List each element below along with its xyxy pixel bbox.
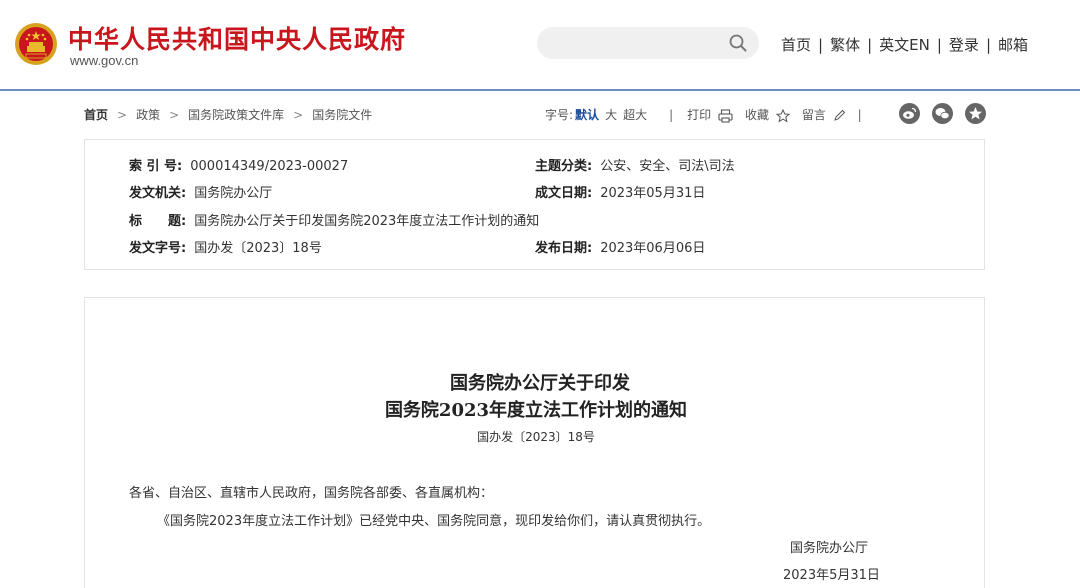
- printer-icon: [718, 108, 733, 123]
- font-size-label: 字号:: [545, 108, 574, 122]
- nav-separator: |: [867, 36, 873, 54]
- print-button[interactable]: 打印: [687, 106, 733, 123]
- article-title-line-1: 国务院办公厅关于印发: [450, 373, 630, 394]
- article-salutation: 各省、自治区、直辖市人民政府，国务院各部委、各直属机构：: [129, 486, 494, 501]
- meta-docno-label: 发文字号:: [129, 241, 187, 256]
- meta-title: 标 题: 国务院办公厅关于印发国务院2023年度立法工作计划的通知: [129, 210, 539, 229]
- favorite-label: 收藏: [744, 108, 769, 122]
- star-icon: [775, 108, 790, 122]
- site-header: 中华人民共和国中央人民政府 www.gov.cn 首页 | 繁体 | 英文EN | 登录 | 邮…: [0, 0, 1080, 91]
- nav-separator: |: [936, 36, 942, 54]
- meta-category-value: 公安、安全、司法\司法: [600, 159, 735, 174]
- article-date: 2023年5月31日: [783, 568, 880, 583]
- meta-docno-value: 国办发〔2023〕18号: [194, 241, 322, 256]
- toolbar-divider: |: [857, 107, 862, 122]
- meta-title-value: 国务院办公厅关于印发国务院2023年度立法工作计划的通知: [194, 214, 540, 229]
- print-label: 打印: [687, 108, 712, 122]
- comment-button[interactable]: 留言: [802, 106, 846, 123]
- breadcrumb-home[interactable]: 首页: [84, 108, 108, 122]
- meta-index: 索 引 号: 000014349/2023-00027: [129, 155, 348, 174]
- qzone-share-icon[interactable]: [965, 103, 986, 124]
- font-size-xlarge[interactable]: 超大: [623, 106, 647, 123]
- meta-index-label: 索 引 号:: [129, 159, 183, 174]
- article-signer: 国务院办公厅: [790, 541, 869, 556]
- meta-category-label: 主题分类:: [535, 159, 593, 174]
- meta-doc-number: 发文字号: 国办发〔2023〕18号: [129, 237, 322, 256]
- chevron-right-icon: >: [117, 108, 128, 122]
- favorite-button[interactable]: 收藏: [745, 106, 790, 123]
- meta-written-date: 成文日期: 2023年05月31日: [535, 182, 705, 201]
- breadcrumb-policy-library[interactable]: 国务院政策文件库: [188, 108, 284, 122]
- pencil-icon: [833, 109, 845, 121]
- toolbar-divider: |: [669, 107, 674, 122]
- meta-category: 主题分类: 公安、安全、司法\司法: [535, 155, 735, 174]
- nav-separator: |: [985, 36, 991, 54]
- nav-separator: |: [818, 36, 824, 54]
- chevron-right-icon: >: [169, 108, 180, 122]
- breadcrumb-state-council-docs[interactable]: 国务院文件: [312, 108, 372, 122]
- meta-written-value: 2023年05月31日: [600, 186, 706, 201]
- article-toolbar: 字号: 默认 大 超大 | 打印 收藏 留言 |: [545, 106, 862, 123]
- nav-home-link[interactable]: 首页: [781, 36, 811, 54]
- nav-traditional-link[interactable]: 繁体: [830, 36, 860, 54]
- search-input[interactable]: [537, 27, 759, 59]
- meta-issuer: 发文机关: 国务院办公厅: [129, 182, 272, 201]
- meta-published-label: 发布日期:: [535, 241, 593, 256]
- comment-label: 留言: [801, 108, 826, 122]
- font-size-default[interactable]: 默认: [575, 106, 599, 123]
- weibo-share-icon[interactable]: [899, 103, 920, 124]
- site-url: www.gov.cn: [70, 53, 139, 68]
- meta-issuer-label: 发文机关:: [129, 186, 187, 201]
- header-divider: [0, 89, 1080, 91]
- breadcrumb: 首页 > 政策 > 国务院政策文件库 > 国务院文件: [84, 106, 372, 123]
- search-icon[interactable]: [729, 34, 747, 52]
- article-title-line-2: 国务院2023年度立法工作计划的通知: [384, 400, 688, 421]
- meta-written-label: 成文日期:: [535, 186, 593, 201]
- meta-published-value: 2023年06月06日: [600, 241, 706, 256]
- nav-english-link[interactable]: 英文EN: [879, 36, 930, 54]
- national-emblem-icon[interactable]: [14, 22, 58, 66]
- article-doc-number: 国办发〔2023〕18号: [477, 430, 595, 444]
- breadcrumb-policy[interactable]: 政策: [136, 108, 160, 122]
- nav-login-link[interactable]: 登录: [949, 36, 979, 54]
- nav-mail-link[interactable]: 邮箱: [998, 36, 1028, 54]
- wechat-share-icon[interactable]: [932, 103, 953, 124]
- meta-title-label: 标 题:: [129, 214, 187, 229]
- meta-published-date: 发布日期: 2023年06月06日: [535, 237, 705, 256]
- article-paragraph: 《国务院2023年度立法工作计划》已经党中央、国务院同意，现印发给你们，请认真贯…: [157, 514, 711, 529]
- chevron-right-icon: >: [293, 108, 304, 122]
- site-title[interactable]: 中华人民共和国中央人民政府: [68, 20, 406, 56]
- meta-issuer-value: 国务院办公厅: [194, 186, 273, 201]
- top-nav: 首页 | 繁体 | 英文EN | 登录 | 邮箱: [781, 34, 1028, 55]
- meta-index-value: 000014349/2023-00027: [190, 159, 349, 174]
- font-size-large[interactable]: 大: [605, 106, 617, 123]
